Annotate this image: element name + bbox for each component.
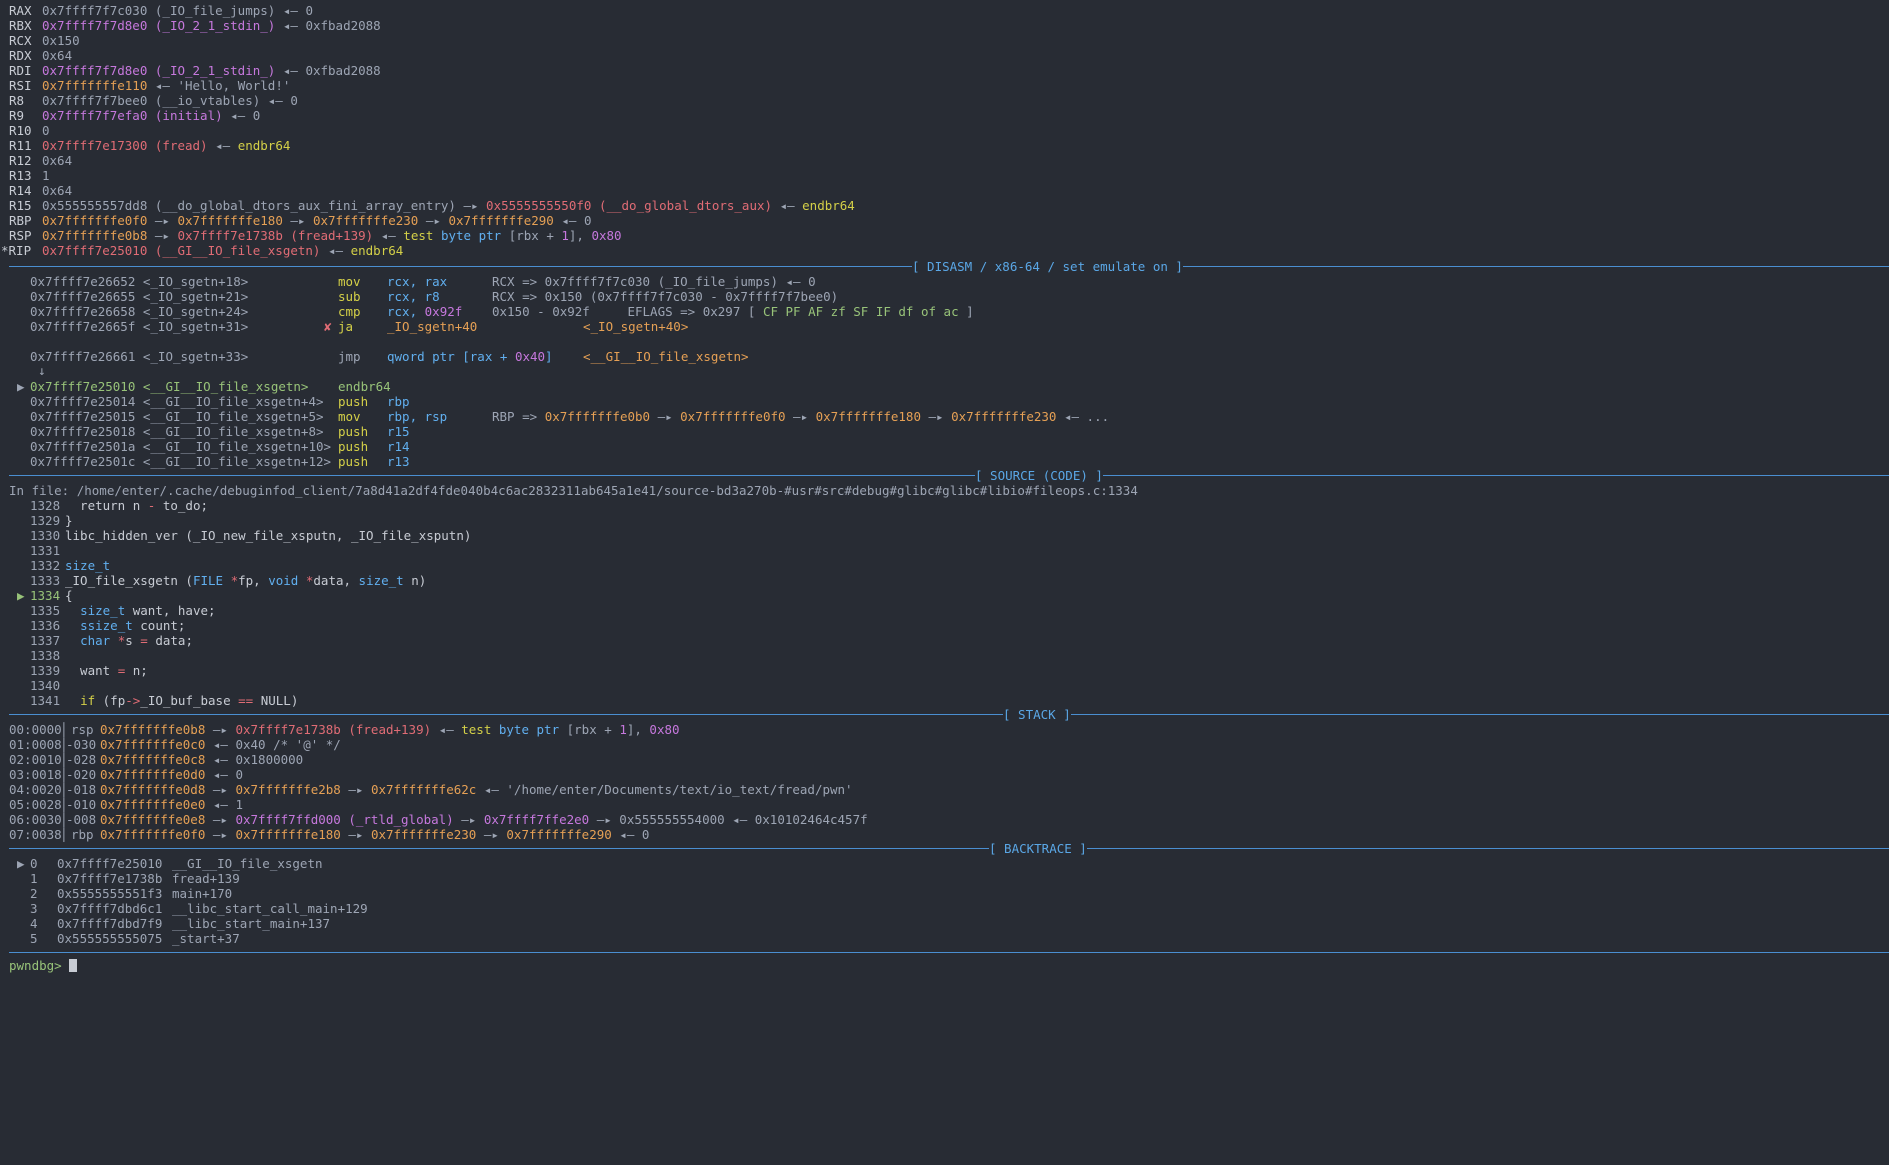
prompt-label: pwndbg> (9, 958, 62, 973)
terminal[interactable]: RAX 0x7ffff7f7c030 (_IO_file_jumps) ◂— 0… (0, 0, 1889, 1165)
command-prompt[interactable]: pwndbg> (9, 957, 1889, 975)
disasm-line: 0x7ffff7e2665f <_IO_sgetn+31> ✘ ja _IO_sget… (30, 319, 689, 334)
backtrace-rule (9, 848, 1889, 849)
text-cursor[interactable] (69, 959, 78, 972)
stack-rule (9, 714, 1889, 715)
source-rule (9, 475, 1889, 476)
bottom-rule (9, 952, 1889, 953)
branch-not-taken-icon: ✘ (324, 319, 332, 334)
